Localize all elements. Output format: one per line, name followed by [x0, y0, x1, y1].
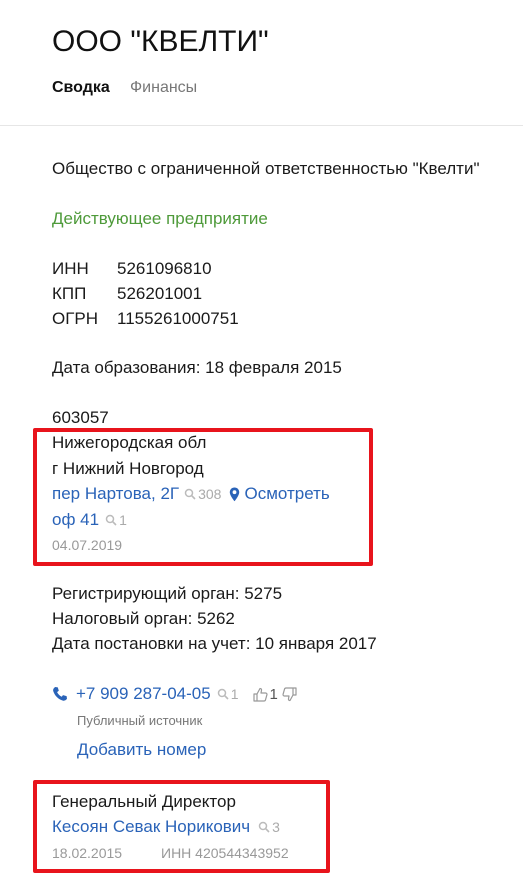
postcode: 603057 [52, 408, 109, 427]
ogrn-label: ОГРН [52, 309, 99, 328]
company-full-name: Общество с ограниченной ответственностью… [52, 159, 480, 178]
status-badge: Действующее предприятие [52, 209, 268, 228]
thumbs-down-icon [282, 686, 297, 701]
header-divider [0, 125, 523, 126]
registrar: Регистрирующий орган: 5275 [52, 584, 283, 603]
thumbs-up-icon [252, 687, 268, 702]
inn-row: ИНН 5261096810 [52, 259, 212, 279]
tax-authority: Налоговый орган: 5262 [52, 609, 235, 628]
founded-date: Дата образования: 18 февраля 2015 [52, 358, 342, 377]
address-highlight-box [33, 428, 373, 566]
phone-source: Публичный источник [77, 713, 203, 728]
phone-search-count[interactable]: 1 [217, 686, 239, 702]
phone-row: +7 909 287-04-05 1 1 [52, 684, 297, 704]
dislike-button[interactable] [282, 686, 297, 702]
tab-summary[interactable]: Сводка [52, 79, 110, 97]
add-phone-link[interactable]: Добавить номер [77, 740, 206, 760]
kpp-value: 526201001 [117, 284, 203, 303]
page-title: ООО "КВЕЛТИ" [52, 25, 269, 58]
phone-icon [53, 687, 67, 701]
inn-value: 5261096810 [117, 259, 212, 278]
search-icon [217, 688, 229, 700]
inn-label: ИНН [52, 259, 89, 278]
tab-finance[interactable]: Финансы [130, 79, 197, 97]
like-button[interactable]: 1 [252, 685, 278, 703]
ogrn-value: 1155261000751 [117, 309, 239, 328]
phone-link[interactable]: +7 909 287-04-05 [76, 684, 211, 704]
kpp-row: КПП 526201001 [52, 284, 202, 304]
like-count: 1 [269, 685, 278, 703]
phone-count: 1 [230, 686, 239, 702]
director-highlight-box [33, 780, 330, 873]
ogrn-row: ОГРН 1155261000751 [52, 309, 239, 329]
registered-on: Дата постановки на учет: 10 января 2017 [52, 634, 377, 653]
kpp-label: КПП [52, 284, 87, 303]
